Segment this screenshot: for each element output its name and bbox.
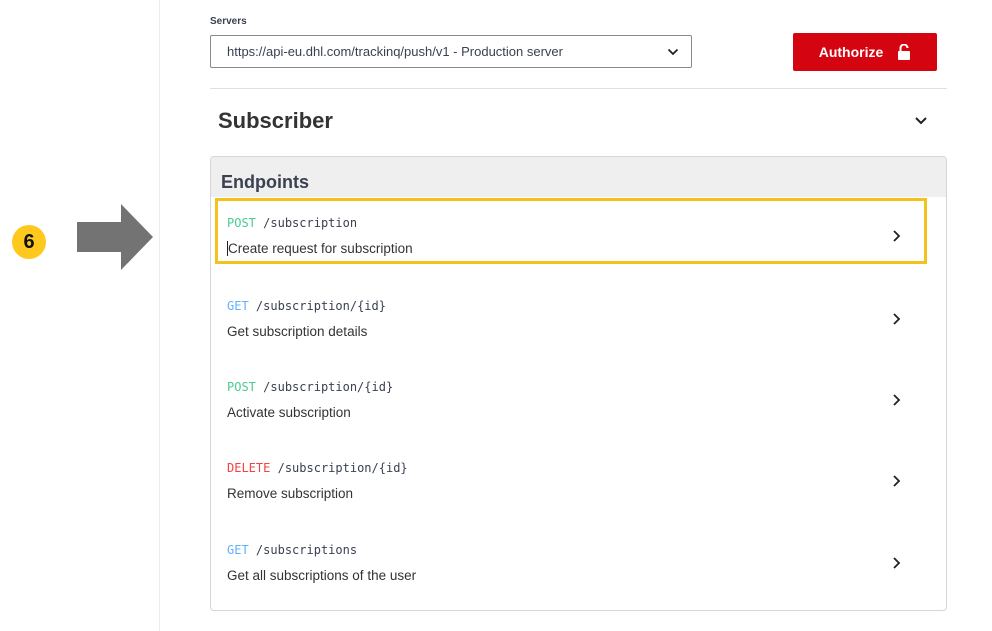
operation-path: /subscription/{id} [255,299,386,313]
operation-row-get-subscription-id[interactable]: GET /subscription/{id} Get subscription … [215,286,927,352]
operation-row-post-subscription[interactable]: POST /subscription Create request for su… [215,198,927,264]
authorize-button[interactable]: Authorize [793,33,937,71]
method-badge: GET [227,299,249,313]
operation-summary: Get subscription details [227,324,368,339]
operation-row-post-subscription-id[interactable]: POST /subscription/{id} Activate subscri… [215,367,927,433]
operation-summary-line: Create request for subscription [227,241,413,256]
method-badge: DELETE [227,461,271,475]
callout-arrow-icon [77,204,153,270]
operation-row-get-subscriptions[interactable]: GET /subscriptions Get all subscriptions… [215,530,927,596]
operation-signature: GET /subscription/{id} [227,299,386,313]
endpoints-title: Endpoints [221,172,309,192]
chevron-right-icon [893,313,901,325]
method-badge: POST [227,380,256,394]
chevron-right-icon [893,475,901,487]
operation-path: /subscription [263,216,358,230]
unlocked-padlock-icon [898,44,911,60]
operation-path: /subscriptions [255,543,358,557]
operation-row-delete-subscription-id[interactable]: DELETE /subscription/{id} Remove subscri… [215,448,927,514]
step-number: 6 [23,230,35,253]
endpoints-header: Endpoints [211,157,946,197]
chevron-down-icon[interactable] [914,116,928,126]
method-badge: GET [227,543,249,557]
operation-path: /subscription/{id} [277,461,408,475]
operation-summary: Get all subscriptions of the user [227,568,417,583]
server-select-value: https://api-eu.dhl.com/trackinq/push/v1 … [227,44,563,59]
operation-signature: GET /subscriptions [227,543,357,557]
tag-title[interactable]: Subscriber [218,108,333,134]
operation-summary: Create request for subscription [228,241,413,256]
chevron-down-icon [667,48,679,55]
method-badge: POST [227,216,256,230]
operation-path: /subscription/{id} [263,380,394,394]
operation-signature: POST /subscription/{id} [227,380,393,394]
step-number-badge: 6 [12,225,46,259]
operation-signature: DELETE /subscription/{id} [227,461,408,475]
chevron-right-icon [893,557,901,569]
operation-summary: Activate subscription [227,405,351,420]
operation-signature: POST /subscription [227,216,357,230]
server-select[interactable]: https://api-eu.dhl.com/trackinq/push/v1 … [210,35,692,68]
authorize-button-label: Authorize [818,44,884,60]
servers-label: Servers [210,16,247,27]
chevron-right-icon [893,394,901,406]
page-left-border [159,0,160,631]
chevron-right-icon [893,230,901,242]
operation-summary: Remove subscription [227,486,354,501]
section-divider [210,88,947,89]
